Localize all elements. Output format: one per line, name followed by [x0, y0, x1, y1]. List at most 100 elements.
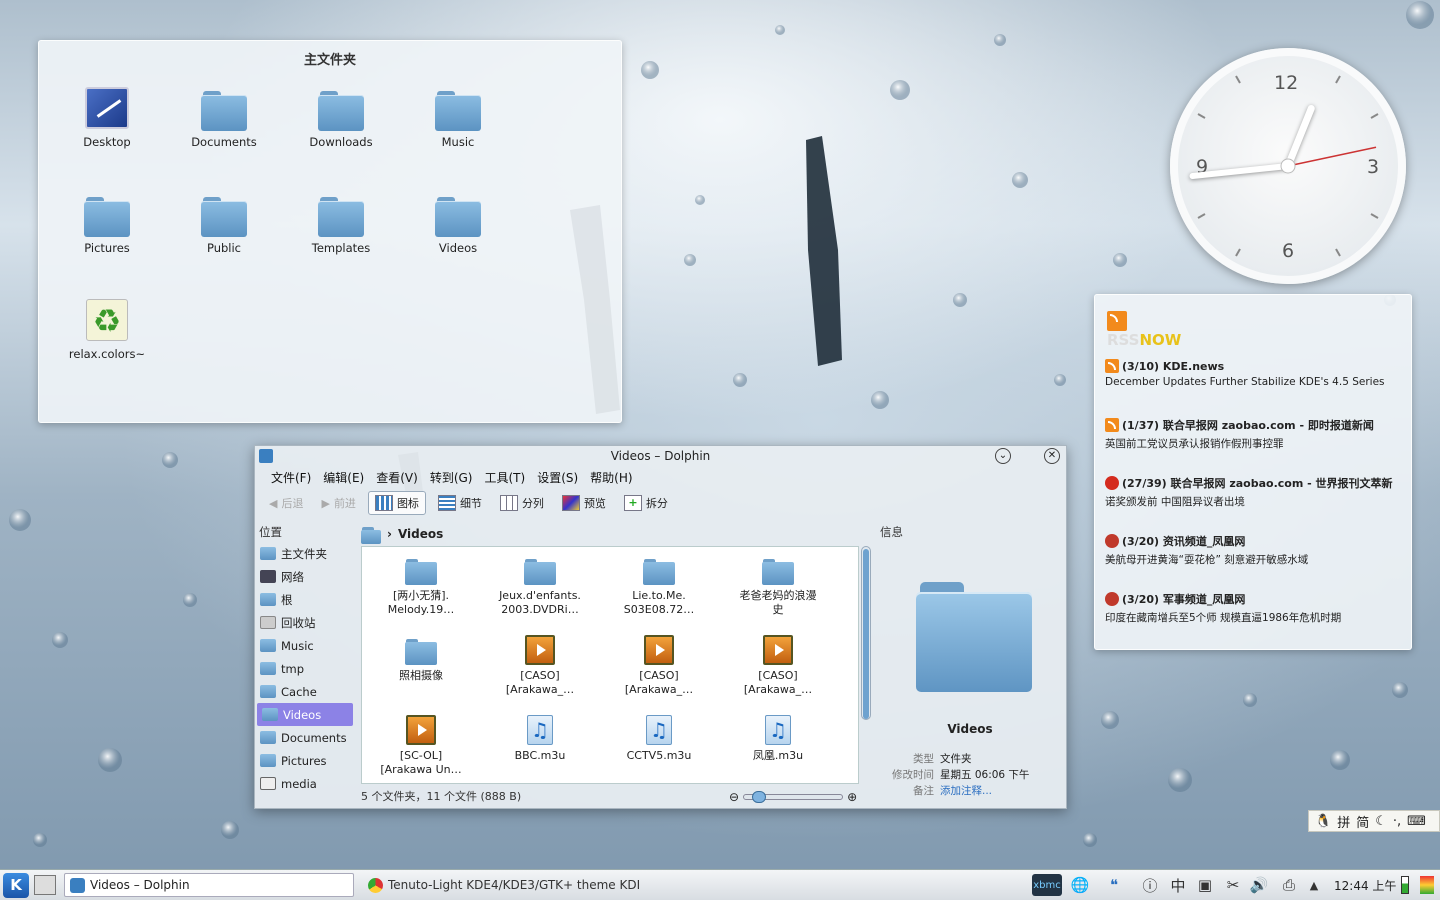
place-tmp[interactable]: tmp: [255, 657, 355, 680]
menu-file[interactable]: 文件(F): [265, 469, 317, 486]
menu-settings[interactable]: 设置(S): [531, 469, 584, 486]
file-item[interactable]: 老爸老妈的浪漫史: [723, 553, 833, 617]
panel-toolbox-icon[interactable]: [1418, 874, 1436, 896]
file-item[interactable]: Lie.to.Me. S03E08.72…: [604, 553, 714, 617]
forward-button[interactable]: ▶ 前进: [315, 492, 361, 514]
place-documents[interactable]: Documents: [255, 726, 355, 749]
rss-feed-item[interactable]: (3/20) 军事频道_凤凰网 印度在藏南增兵至5个师 规模直逼1986年危机时…: [1105, 591, 1405, 625]
chevron-up-icon[interactable]: ▲: [1304, 874, 1324, 896]
file-item[interactable]: ♫ CCTV5.m3u: [604, 713, 714, 763]
rss-feed-headline[interactable]: December Updates Further Stabilize KDE's…: [1105, 376, 1405, 388]
file-item[interactable]: ♫ BBC.m3u: [485, 713, 595, 763]
place-cache[interactable]: Cache: [255, 680, 355, 703]
file-item[interactable]: [CASO] [Arakawa_…: [485, 633, 595, 697]
file-item[interactable]: [SC-OL] [Arakawa Un…: [366, 713, 476, 777]
info-icon[interactable]: ⓘ: [1140, 874, 1160, 896]
breadcrumb[interactable]: › Videos: [361, 524, 443, 544]
toolbar: ◀ 后退 ▶ 前进 图标 细节 分列 预览 + 拆分: [255, 488, 1066, 518]
icons-view-button[interactable]: 图标: [367, 491, 426, 515]
file-view[interactable]: [两小无猜]. Melody.19… Jeux.d'enfants. 2003.DV…: [361, 546, 859, 784]
file-item[interactable]: 照相摄像: [366, 633, 476, 683]
input-method-bar[interactable]: 🐧 拼 简 ☾ ·, ⌨: [1308, 810, 1440, 832]
place-media[interactable]: media: [255, 772, 355, 795]
ime-mode-simplified[interactable]: 简: [1356, 812, 1369, 831]
place-videos[interactable]: Videos: [257, 703, 353, 726]
place-network[interactable]: 网络: [255, 565, 355, 588]
desktop-item-relax-colors[interactable]: ♻ relax.colors~: [59, 299, 155, 361]
show-desktop-button[interactable]: [34, 875, 56, 895]
desktop-item-pictures[interactable]: Pictures: [59, 193, 155, 255]
keyboard-icon[interactable]: ⌨: [1407, 814, 1426, 829]
task-dolphin[interactable]: Videos – Dolphin: [64, 873, 354, 897]
desktop-item-label: Desktop: [83, 135, 131, 149]
ime-mode-pinyin[interactable]: 拼: [1337, 812, 1350, 831]
desktop-item-public[interactable]: Public: [176, 193, 272, 255]
place-trash[interactable]: 回收站: [255, 611, 355, 634]
desktop-item-videos[interactable]: Videos: [410, 193, 506, 255]
rss-feed-item[interactable]: (1/37) 联合早报网 zaobao.com - 即时报道新闻 英国前工党议员…: [1105, 417, 1405, 451]
rss-feed-headline[interactable]: 印度在藏南增兵至5个师 规模直逼1986年危机时期: [1105, 610, 1405, 625]
network-icon[interactable]: ▣: [1194, 874, 1216, 896]
playlist-file-icon: ♫: [646, 715, 672, 745]
menu-view[interactable]: 查看(V): [370, 469, 424, 486]
punctuation-icon[interactable]: ·,: [1393, 814, 1401, 829]
menu-help[interactable]: 帮助(H): [584, 469, 638, 486]
minimize-button[interactable]: ⌄: [995, 448, 1011, 464]
rss-feed-item[interactable]: (3/20) 资讯频道_凤凰网 美航母开进黄海“耍花枪” 刻意避开敏感水域: [1105, 533, 1405, 567]
columns-view-button[interactable]: 分列: [494, 492, 550, 514]
dolphin-app-icon[interactable]: [259, 449, 273, 463]
task-browser[interactable]: Tenuto-Light KDE4/KDE3/GTK+ theme KDE-Lo…: [362, 873, 640, 897]
input-method-tray[interactable]: 中: [1166, 874, 1190, 896]
close-button[interactable]: ✕: [1044, 448, 1060, 464]
rss-feed-headline[interactable]: 美航母开进黄海“耍花枪” 刻意避开敏感水域: [1105, 552, 1405, 567]
qq-icon[interactable]: ❝: [1100, 874, 1128, 896]
preview-button[interactable]: 预览: [556, 492, 612, 514]
penguin-icon[interactable]: 🐧: [1315, 814, 1331, 829]
taskbar-clock[interactable]: 12:44 上午: [1334, 877, 1396, 894]
battery-icon[interactable]: [1398, 874, 1412, 896]
place-root[interactable]: 根: [255, 588, 355, 611]
zoom-slider-handle[interactable]: [752, 791, 767, 803]
desktop-item-music[interactable]: Music: [410, 87, 506, 149]
analog-clock-widget[interactable]: 12 3 6 9: [1170, 48, 1406, 284]
scissors-icon[interactable]: ✂: [1222, 874, 1244, 896]
split-button[interactable]: + 拆分: [618, 492, 674, 514]
globe-icon[interactable]: 🌐: [1068, 874, 1092, 896]
window-titlebar[interactable]: Videos – Dolphin ⌄ ✕: [255, 446, 1066, 466]
place-home[interactable]: 主文件夹: [255, 542, 355, 565]
details-view-button[interactable]: 细节: [432, 492, 488, 514]
printer-icon[interactable]: ⎙: [1278, 874, 1300, 896]
place-pictures[interactable]: Pictures: [255, 749, 355, 772]
add-comment-link[interactable]: 添加注释...: [940, 783, 992, 798]
columns-view-icon: [499, 495, 518, 511]
file-item[interactable]: Jeux.d'enfants. 2003.DVDRi…: [485, 553, 595, 617]
moon-icon[interactable]: ☾: [1375, 814, 1387, 829]
file-view-scrollbar[interactable]: [861, 546, 871, 720]
kde-menu-button[interactable]: K: [3, 873, 29, 898]
menu-go[interactable]: 转到(G): [424, 469, 479, 486]
xbmc-icon[interactable]: xbmc: [1032, 874, 1062, 896]
zoom-slider[interactable]: ⊖ ⊕: [729, 790, 857, 804]
menu-edit[interactable]: 编辑(E): [317, 469, 370, 486]
volume-icon[interactable]: 🔊: [1248, 874, 1270, 896]
breadcrumb-current[interactable]: Videos: [398, 527, 443, 541]
file-item[interactable]: [两小无猜]. Melody.19…: [366, 553, 476, 617]
rss-feed-item[interactable]: (3/10) KDE.news December Updates Further…: [1105, 359, 1405, 388]
folder-icon: [260, 593, 276, 606]
zoom-in-icon[interactable]: ⊕: [847, 790, 857, 804]
rss-feed-headline[interactable]: 诺奖颁发前 中国阻异议者出境: [1105, 494, 1405, 509]
file-item[interactable]: ♫ 凤凰.m3u: [723, 713, 833, 763]
menu-tools[interactable]: 工具(T): [478, 469, 531, 486]
zoom-out-icon[interactable]: ⊖: [729, 790, 739, 804]
place-music[interactable]: Music: [255, 634, 355, 657]
desktop-item-templates[interactable]: Templates: [293, 193, 389, 255]
desktop-item-downloads[interactable]: Downloads: [293, 87, 389, 149]
file-item[interactable]: [CASO] [Arakawa_…: [604, 633, 714, 697]
desktop-item-desktop[interactable]: Desktop: [59, 87, 155, 149]
back-button[interactable]: ◀ 后退: [263, 492, 309, 514]
rss-feed-item[interactable]: (27/39) 联合早报网 zaobao.com - 世界报刊文萃新 诺奖颁发前…: [1105, 475, 1405, 509]
desktop-item-label: Templates: [311, 241, 371, 255]
desktop-item-documents[interactable]: Documents: [176, 87, 272, 149]
rss-feed-headline[interactable]: 英国前工党议员承认报销作假刑事控罪: [1105, 436, 1405, 451]
file-item[interactable]: [CASO] [Arakawa_…: [723, 633, 833, 697]
